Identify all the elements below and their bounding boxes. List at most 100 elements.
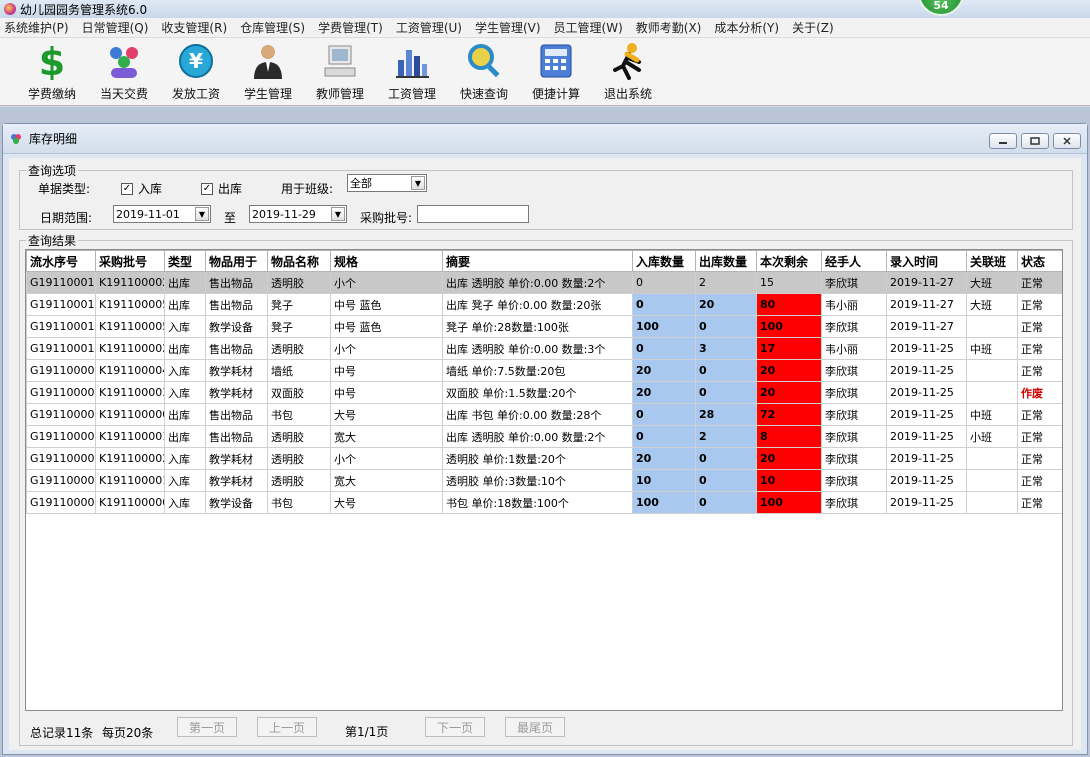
table-cell: 2019-11-25 — [886, 447, 967, 470]
table-cell: 作废 — [1017, 381, 1062, 404]
column-header[interactable]: 流水序号 — [26, 250, 96, 272]
table-row[interactable]: G191100014 K191100005 出库 售出物品 凳子 中号 蓝色 出库 凳子 单… — [26, 293, 1062, 316]
doc-type-label: 单据类型: — [38, 182, 91, 196]
close-button[interactable] — [1053, 133, 1081, 149]
menu-cost[interactable]: 成本分析(Y) — [714, 19, 779, 36]
column-header[interactable]: 入库数量 — [632, 250, 696, 272]
column-header[interactable]: 经手人 — [821, 250, 887, 272]
table-cell: 出库 透明胶 单价:0.00 数量:2个 — [442, 271, 633, 294]
table-cell: 2019-11-25 — [886, 381, 967, 404]
table-cell: 中班 — [966, 403, 1018, 426]
class-select[interactable]: 全部 ▼ — [347, 174, 427, 192]
menu-daily[interactable]: 日常管理(Q) — [82, 19, 149, 36]
table-cell: 入库 — [164, 381, 206, 404]
table-cell: 教学设备 — [205, 315, 268, 338]
table-cell — [966, 315, 1018, 338]
menu-attendance[interactable]: 教师考勤(X) — [636, 19, 702, 36]
tool-calculator[interactable]: 便捷计算 — [520, 38, 592, 104]
table-cell: 17 — [756, 337, 822, 360]
menu-finance[interactable]: 收支管理(R) — [161, 19, 227, 36]
chevron-down-icon[interactable]: ▼ — [331, 207, 345, 221]
batch-input[interactable] — [417, 205, 529, 223]
menu-system[interactable]: 系统维护(P) — [4, 19, 69, 36]
chevron-down-icon[interactable]: ▼ — [195, 207, 209, 221]
column-header[interactable]: 摘要 — [442, 250, 633, 272]
menu-salary[interactable]: 工资管理(U) — [396, 19, 462, 36]
menu-about[interactable]: 关于(Z) — [792, 19, 834, 36]
table-cell: 10 — [632, 469, 696, 492]
table-cell: G191100002 — [26, 469, 96, 492]
prev-page-button[interactable]: 上一页 — [257, 717, 317, 737]
column-header[interactable]: 物品用于 — [205, 250, 268, 272]
column-header[interactable]: 关联班 — [966, 250, 1018, 272]
table-cell: 出库 — [164, 425, 206, 448]
menu-staff[interactable]: 员工管理(W) — [554, 19, 623, 36]
table-row[interactable]: G191100003 K191100002 入库 教学耗材 透明胶 小个 透明胶 单价:1数… — [26, 447, 1062, 470]
column-header[interactable]: 物品名称 — [267, 250, 331, 272]
tool-student-manage[interactable]: 学生管理 — [232, 38, 304, 104]
menu-students[interactable]: 学生管理(V) — [475, 19, 541, 36]
table-row[interactable]: G191100004 K191100001 出库 售出物品 透明胶 宽大 出库 透明胶 单价… — [26, 425, 1062, 448]
tool-pay-salary[interactable]: ¥ 发放工资 — [160, 38, 232, 104]
first-page-button[interactable]: 第一页 — [177, 717, 237, 737]
table-cell: 李欣琪 — [821, 381, 887, 404]
inventory-grid[interactable]: 流水序号 采购批号 类型 物品用于 物品名称 规格 摘要 入库数量 出库数量 本次剩余 经手人 录入时… — [25, 249, 1063, 711]
table-cell: 20 — [632, 447, 696, 470]
last-page-button[interactable]: 最尾页 — [505, 717, 565, 737]
next-page-button[interactable]: 下一页 — [425, 717, 485, 737]
table-cell: 透明胶 — [267, 271, 331, 294]
tool-salary-manage[interactable]: 工资管理 — [376, 38, 448, 104]
column-header[interactable]: 本次剩余 — [756, 250, 822, 272]
table-cell: 2019-11-27 — [886, 315, 967, 338]
table-row[interactable]: G191100006 K191100003 入库 教学耗材 双面胶 中号 双面胶 单价:1.… — [26, 381, 1062, 404]
menu-tuition[interactable]: 学费管理(T) — [318, 19, 383, 36]
window-icon — [9, 132, 23, 146]
table-cell: 正常 — [1017, 315, 1062, 338]
table-row[interactable]: G191100001 K191100000 入库 教学设备 书包 大号 书包 单价:18数量… — [26, 491, 1062, 514]
table-cell: 大班 — [966, 271, 1018, 294]
minimize-button[interactable] — [989, 133, 1017, 149]
column-header[interactable]: 录入时间 — [886, 250, 967, 272]
table-cell: 72 — [756, 403, 822, 426]
maximize-button[interactable] — [1021, 133, 1049, 149]
window-controls — [989, 133, 1081, 149]
bar-chart-icon — [393, 42, 431, 80]
date-range-label: 日期范围: — [40, 211, 93, 225]
table-cell: G191100004 — [26, 425, 96, 448]
out-stock-checkbox[interactable]: ✓ 出库 — [201, 180, 242, 197]
table-row[interactable]: G191100015 K191100002 出库 售出物品 透明胶 小个 出库 透明胶 单价… — [26, 271, 1062, 294]
in-stock-checkbox[interactable]: ✓ 入库 — [121, 180, 162, 197]
chevron-down-icon[interactable]: ▼ — [411, 176, 425, 190]
table-row[interactable]: G191100002 K191100001 入库 教学耗材 透明胶 宽大 透明胶 单价:3数… — [26, 469, 1062, 492]
tool-quick-search[interactable]: 快速查询 — [448, 38, 520, 104]
yen-icon: ¥ — [177, 42, 215, 80]
table-cell: K191100002 — [95, 447, 165, 470]
table-cell: 0 — [695, 381, 757, 404]
table-row[interactable]: G191100007 K191100004 入库 教学耗材 墙纸 中号 墙纸 单价:7.5数… — [26, 359, 1062, 382]
table-cell: G191100005 — [26, 403, 96, 426]
table-cell: 20 — [632, 381, 696, 404]
table-row[interactable]: G191100010 K191100002 出库 售出物品 透明胶 小个 出库 透明胶 单价… — [26, 337, 1062, 360]
table-cell: 正常 — [1017, 447, 1062, 470]
table-cell: 0 — [695, 469, 757, 492]
date-to-picker[interactable]: 2019-11-29 ▼ — [249, 205, 347, 223]
column-header[interactable]: 状态 — [1017, 250, 1062, 272]
tool-exit[interactable]: 退出系统 — [592, 38, 664, 104]
column-header[interactable]: 采购批号 — [95, 250, 165, 272]
table-cell: 2019-11-25 — [886, 469, 967, 492]
tool-tuition-pay[interactable]: $ 学费缴纳 — [16, 38, 88, 104]
column-header[interactable]: 类型 — [164, 250, 206, 272]
table-row[interactable]: G191100013 K191100005 入库 教学设备 凳子 中号 蓝色 凳子 单价:2… — [26, 315, 1062, 338]
table-row[interactable]: G191100005 K191100000 出库 售出物品 书包 大号 出库 书包 单价:0… — [26, 403, 1062, 426]
table-cell: 李欣琪 — [821, 469, 887, 492]
table-body: G191100015 K191100002 出库 售出物品 透明胶 小个 出库 透明胶 单价… — [26, 271, 1062, 514]
column-header[interactable]: 规格 — [330, 250, 443, 272]
calculator-icon — [537, 42, 575, 80]
column-header[interactable]: 出库数量 — [695, 250, 757, 272]
tool-teacher-manage[interactable]: 教师管理 — [304, 38, 376, 104]
date-from-picker[interactable]: 2019-11-01 ▼ — [113, 205, 211, 223]
table-cell: K191100004 — [95, 359, 165, 382]
menu-warehouse[interactable]: 仓库管理(S) — [240, 19, 305, 36]
tool-today-fees[interactable]: 当天交费 — [88, 38, 160, 104]
table-cell: 墙纸 — [267, 359, 331, 382]
